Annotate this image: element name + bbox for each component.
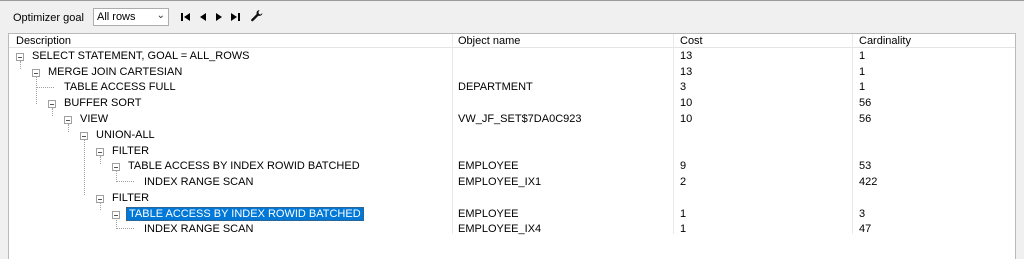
row-cardinality: 1: [859, 50, 866, 62]
row-description: FILTER: [112, 145, 150, 157]
grid-header: Description Object name Cost Cardinality: [9, 34, 1015, 48]
row-description: SELECT STATEMENT, GOAL = ALL_ROWS: [32, 50, 250, 62]
toolbar: Optimizer goal All rows ⌄: [0, 0, 1024, 34]
header-cardinality[interactable]: Cardinality: [859, 35, 911, 47]
optimizer-goal-label: Optimizer goal: [13, 12, 84, 24]
plan-row[interactable]: MERGE JOIN CARTESIAN 13 1: [9, 65, 1015, 80]
row-object-name: VW_JF_SET$7DA0C923: [458, 113, 582, 125]
plan-row[interactable]: BUFFER SORT 10 56: [9, 96, 1015, 111]
row-cardinality: 56: [859, 97, 872, 109]
row-cardinality: 1: [859, 81, 866, 93]
collapse-toggle-icon[interactable]: [80, 132, 88, 140]
row-object-name: EMPLOYEE_IX1: [458, 176, 542, 188]
plan-row[interactable]: TABLE ACCESS FULL DEPARTMENT 3 1: [9, 80, 1015, 95]
collapse-toggle-icon[interactable]: [112, 211, 120, 219]
row-object-name: DEPARTMENT: [458, 81, 533, 93]
row-cost: 13: [680, 66, 693, 78]
collapse-toggle-icon[interactable]: [96, 195, 104, 203]
row-object-name: EMPLOYEE: [458, 208, 519, 220]
row-cost: 10: [680, 97, 693, 109]
row-cardinality: 53: [859, 160, 872, 172]
row-cost: 10: [680, 113, 693, 125]
execution-plan-grid[interactable]: Description Object name Cost Cardinality…: [8, 33, 1016, 259]
row-description: TABLE ACCESS BY INDEX ROWID BATCHED: [128, 160, 360, 172]
row-cost: 1: [680, 208, 687, 220]
row-cardinality: 422: [859, 176, 878, 188]
header-object-name[interactable]: Object name: [458, 35, 520, 47]
row-description: FILTER: [112, 192, 150, 204]
row-cost: 2: [680, 176, 687, 188]
row-description: TABLE ACCESS BY INDEX ROWID BATCHED: [126, 207, 364, 221]
row-description: VIEW: [80, 113, 109, 125]
row-object-name: EMPLOYEE_IX4: [458, 223, 542, 235]
next-icon[interactable]: [213, 11, 225, 23]
plan-row-selected[interactable]: TABLE ACCESS BY INDEX ROWID BATCHED EMPL…: [9, 207, 1015, 222]
plan-row[interactable]: FILTER: [9, 144, 1015, 159]
row-description: INDEX RANGE SCAN: [144, 176, 254, 188]
collapse-toggle-icon[interactable]: [64, 116, 72, 124]
wrench-icon[interactable]: [250, 9, 264, 26]
plan-row[interactable]: TABLE ACCESS BY INDEX ROWID BATCHED EMPL…: [9, 159, 1015, 174]
collapse-toggle-icon[interactable]: [32, 69, 40, 77]
header-description[interactable]: Description: [16, 35, 71, 47]
row-description: MERGE JOIN CARTESIAN: [48, 66, 183, 78]
plan-row[interactable]: INDEX RANGE SCAN EMPLOYEE_IX1 2 422: [9, 175, 1015, 190]
row-cardinality: 3: [859, 208, 866, 220]
optimizer-goal-value: All rows: [97, 11, 136, 23]
row-object-name: EMPLOYEE: [458, 160, 519, 172]
plan-row[interactable]: INDEX RANGE SCAN EMPLOYEE_IX4 1 47: [9, 222, 1015, 237]
last-icon[interactable]: [229, 11, 241, 23]
row-cardinality: 56: [859, 113, 872, 125]
row-cost: 9: [680, 160, 687, 172]
plan-row[interactable]: VIEW VW_JF_SET$7DA0C923 10 56: [9, 112, 1015, 127]
row-cost: 3: [680, 81, 687, 93]
prev-icon[interactable]: [197, 11, 209, 23]
row-description: UNION-ALL: [96, 129, 155, 141]
plan-row[interactable]: SELECT STATEMENT, GOAL = ALL_ROWS 13 1: [9, 49, 1015, 64]
row-description: INDEX RANGE SCAN: [144, 223, 254, 235]
plan-row[interactable]: UNION-ALL: [9, 128, 1015, 143]
plan-row[interactable]: FILTER: [9, 191, 1015, 206]
optimizer-goal-select[interactable]: All rows ⌄: [93, 8, 169, 26]
chevron-down-icon: ⌄: [156, 10, 165, 21]
row-cardinality: 1: [859, 66, 866, 78]
collapse-toggle-icon[interactable]: [112, 163, 120, 171]
collapse-toggle-icon[interactable]: [16, 53, 24, 61]
row-cardinality: 47: [859, 223, 872, 235]
collapse-toggle-icon[interactable]: [48, 100, 56, 108]
row-cost: 1: [680, 223, 687, 235]
header-cost[interactable]: Cost: [680, 35, 703, 47]
row-description: TABLE ACCESS FULL: [64, 81, 176, 93]
row-description: BUFFER SORT: [64, 97, 142, 109]
first-icon[interactable]: [180, 11, 192, 23]
row-cost: 13: [680, 50, 693, 62]
collapse-toggle-icon[interactable]: [96, 148, 104, 156]
